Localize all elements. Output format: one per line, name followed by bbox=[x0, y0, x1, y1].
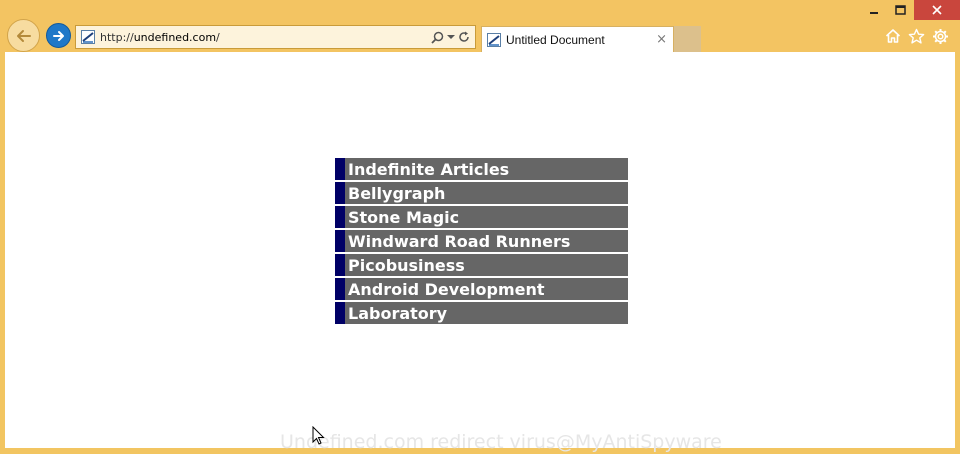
star-icon bbox=[908, 28, 924, 44]
link-menu: Indefinite Articles Bellygraph Stone Mag… bbox=[335, 158, 628, 326]
maximize-icon bbox=[894, 5, 906, 15]
url-suffix: / bbox=[216, 30, 220, 44]
new-tab-button[interactable] bbox=[674, 26, 701, 52]
close-icon[interactable]: × bbox=[656, 32, 667, 47]
address-actions bbox=[431, 31, 470, 44]
mouse-cursor-icon bbox=[312, 426, 325, 445]
menu-item-laboratory[interactable]: Laboratory bbox=[335, 302, 628, 324]
search-icon[interactable] bbox=[431, 31, 444, 44]
tab-title: Untitled Document bbox=[506, 32, 605, 47]
tab-favicon-icon bbox=[487, 32, 501, 47]
close-icon bbox=[932, 5, 942, 15]
back-button[interactable] bbox=[7, 19, 40, 52]
dropdown-icon[interactable] bbox=[447, 33, 455, 41]
maximize-button[interactable] bbox=[886, 0, 914, 20]
forward-arrow-icon bbox=[52, 30, 64, 41]
page-viewport: Indefinite Articles Bellygraph Stone Mag… bbox=[5, 52, 955, 448]
menu-item-picobusiness[interactable]: Picobusiness bbox=[335, 254, 628, 276]
watermark-text: Undefined.com redirect virus@MyAntiSpywa… bbox=[280, 431, 722, 453]
browser-frame: http://undefined.com/ Untitled Document … bbox=[0, 0, 960, 52]
menu-item-stone-magic[interactable]: Stone Magic bbox=[335, 206, 628, 228]
menu-item-bellygraph[interactable]: Bellygraph bbox=[335, 182, 628, 204]
favorites-button[interactable] bbox=[907, 27, 925, 45]
menu-item-indefinite-articles[interactable]: Indefinite Articles bbox=[335, 158, 628, 180]
address-url[interactable]: http://undefined.com/ bbox=[100, 31, 431, 44]
forward-button[interactable] bbox=[46, 23, 71, 48]
home-icon bbox=[885, 29, 901, 43]
page-favicon-icon bbox=[81, 30, 95, 44]
tools-button[interactable] bbox=[931, 27, 949, 45]
minimize-icon bbox=[870, 12, 878, 14]
back-arrow-icon bbox=[16, 29, 31, 42]
minimize-button[interactable] bbox=[862, 0, 886, 20]
tab-untitled-document[interactable]: Untitled Document × bbox=[481, 26, 674, 52]
url-host: undefined.com bbox=[133, 30, 217, 44]
address-bar[interactable]: http://undefined.com/ bbox=[75, 25, 476, 49]
window-close-button[interactable] bbox=[914, 0, 960, 20]
refresh-icon[interactable] bbox=[458, 31, 470, 43]
home-button[interactable] bbox=[884, 27, 902, 45]
gear-icon bbox=[932, 28, 948, 44]
menu-item-android-development[interactable]: Android Development bbox=[335, 278, 628, 300]
menu-item-windward-road-runners[interactable]: Windward Road Runners bbox=[335, 230, 628, 252]
url-prefix: http:// bbox=[100, 30, 134, 44]
